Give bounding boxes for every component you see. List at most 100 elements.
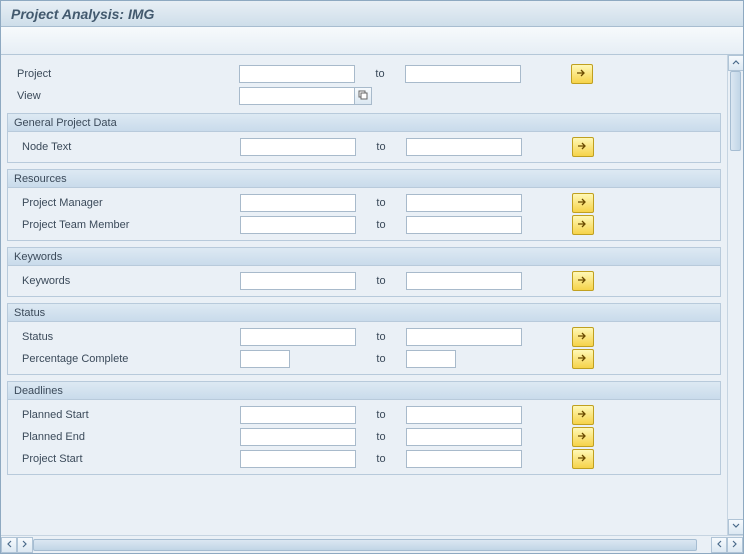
label-planned_end: Planned End: [10, 431, 240, 443]
planned_end-from-input[interactable]: [240, 428, 356, 446]
project_manager-from-input[interactable]: [240, 194, 356, 212]
to-label: to: [356, 275, 406, 287]
horizontal-scrollbar[interactable]: [1, 535, 743, 553]
chevron-right-icon: [731, 539, 739, 551]
chevron-up-icon: [732, 57, 740, 69]
project-from-input[interactable]: [239, 65, 355, 83]
to-label: to: [356, 431, 406, 443]
group-body: Planned StarttoPlanned EndtoProject Star…: [8, 400, 720, 474]
scroll-track[interactable]: [728, 71, 743, 519]
row-project_team_member: Project Team Member to: [10, 214, 718, 236]
page-title: Project Analysis: IMG: [11, 6, 154, 22]
view-f4-button[interactable]: [354, 87, 372, 105]
group-keywords: Keywords Keywords to: [7, 247, 721, 297]
groups-container: General Project Data Node Textto Resources…: [7, 113, 721, 475]
arrow-right-icon: [577, 141, 589, 154]
keywords-to-input[interactable]: [406, 272, 522, 290]
to-label: to: [356, 409, 406, 421]
arrow-right-icon: [577, 331, 589, 344]
body-area: Project to View: [1, 55, 743, 535]
to-label: to: [356, 353, 406, 365]
h-scroll-thumb[interactable]: [33, 539, 697, 551]
multiple-selection-button[interactable]: [572, 193, 594, 213]
project_start-to-input[interactable]: [406, 450, 522, 468]
arrow-right-icon: [577, 197, 589, 210]
multiple-selection-button[interactable]: [571, 64, 593, 84]
pct_complete-from-input[interactable]: [240, 350, 290, 368]
to-label: to: [355, 68, 405, 80]
to-label: to: [356, 453, 406, 465]
group-header: Status: [8, 304, 720, 322]
row-project: Project to: [9, 63, 719, 85]
row-planned_start: Planned Startto: [10, 404, 718, 426]
to-label: to: [356, 197, 406, 209]
arrow-right-icon: [577, 275, 589, 288]
status-from-input[interactable]: [240, 328, 356, 346]
multiple-selection-button[interactable]: [572, 215, 594, 235]
planned_start-from-input[interactable]: [240, 406, 356, 424]
node_text-to-input[interactable]: [406, 138, 522, 156]
row-node_text: Node Textto: [10, 136, 718, 158]
label-project: Project: [9, 68, 239, 80]
row-project_manager: Project Managerto: [10, 192, 718, 214]
toolbar: [1, 27, 743, 55]
form-scroll: Project to View: [1, 55, 727, 535]
scroll-right-button[interactable]: [17, 537, 33, 553]
top-selection-block: Project to View: [7, 61, 721, 113]
group-body: Statusto Percentage Complete to: [8, 322, 720, 374]
row-pct_complete: Percentage Complete to: [10, 348, 718, 370]
chevron-left-icon: [5, 539, 13, 551]
project_manager-to-input[interactable]: [406, 194, 522, 212]
variant-button[interactable]: [33, 31, 55, 51]
pct_complete-to-input[interactable]: [406, 350, 456, 368]
group-header: General Project Data: [8, 114, 720, 132]
scroll-thumb[interactable]: [730, 71, 741, 151]
project_team_member-from-input[interactable]: [240, 216, 356, 234]
chevron-left-icon: [715, 539, 723, 551]
to-label: to: [356, 331, 406, 343]
arrow-right-icon: [577, 453, 589, 466]
label-view: View: [9, 90, 239, 102]
multiple-selection-button[interactable]: [572, 271, 594, 291]
row-status: Statusto: [10, 326, 718, 348]
scroll-left-button-2[interactable]: [711, 537, 727, 553]
row-keywords: Keywords to: [10, 270, 718, 292]
view-input[interactable]: [239, 87, 355, 105]
keywords-from-input[interactable]: [240, 272, 356, 290]
scroll-down-button[interactable]: [728, 519, 743, 535]
to-label: to: [356, 219, 406, 231]
scroll-up-button[interactable]: [728, 55, 743, 71]
multiple-selection-button[interactable]: [572, 349, 594, 369]
label-project_team_member: Project Team Member: [10, 219, 240, 231]
group-header: Deadlines: [8, 382, 720, 400]
multiple-selection-button[interactable]: [572, 137, 594, 157]
multiple-selection-button[interactable]: [572, 327, 594, 347]
h-scroll-track[interactable]: [33, 537, 711, 553]
window: Project Analysis: IMG Project to: [0, 0, 744, 554]
to-label: to: [356, 141, 406, 153]
status-to-input[interactable]: [406, 328, 522, 346]
group-body: Keywords to: [8, 266, 720, 296]
multiple-selection-button[interactable]: [572, 427, 594, 447]
row-view: View: [9, 85, 719, 107]
project_start-from-input[interactable]: [240, 450, 356, 468]
group-general: General Project Data Node Textto: [7, 113, 721, 163]
execute-button[interactable]: [7, 31, 29, 51]
label-keywords: Keywords: [10, 275, 240, 287]
search-help-icon: [358, 90, 368, 103]
scroll-left-button[interactable]: [1, 537, 17, 553]
group-header: Keywords: [8, 248, 720, 266]
multiple-selection-button[interactable]: [572, 449, 594, 469]
project_team_member-to-input[interactable]: [406, 216, 522, 234]
group-header: Resources: [8, 170, 720, 188]
scroll-right-button-2[interactable]: [727, 537, 743, 553]
label-pct_complete: Percentage Complete: [10, 353, 240, 365]
planned_end-to-input[interactable]: [406, 428, 522, 446]
vertical-scrollbar[interactable]: [727, 55, 743, 535]
project-to-input[interactable]: [405, 65, 521, 83]
planned_start-to-input[interactable]: [406, 406, 522, 424]
node_text-from-input[interactable]: [240, 138, 356, 156]
multiple-selection-button[interactable]: [572, 405, 594, 425]
form-inner: Project to View: [1, 55, 727, 475]
row-planned_end: Planned End to: [10, 426, 718, 448]
